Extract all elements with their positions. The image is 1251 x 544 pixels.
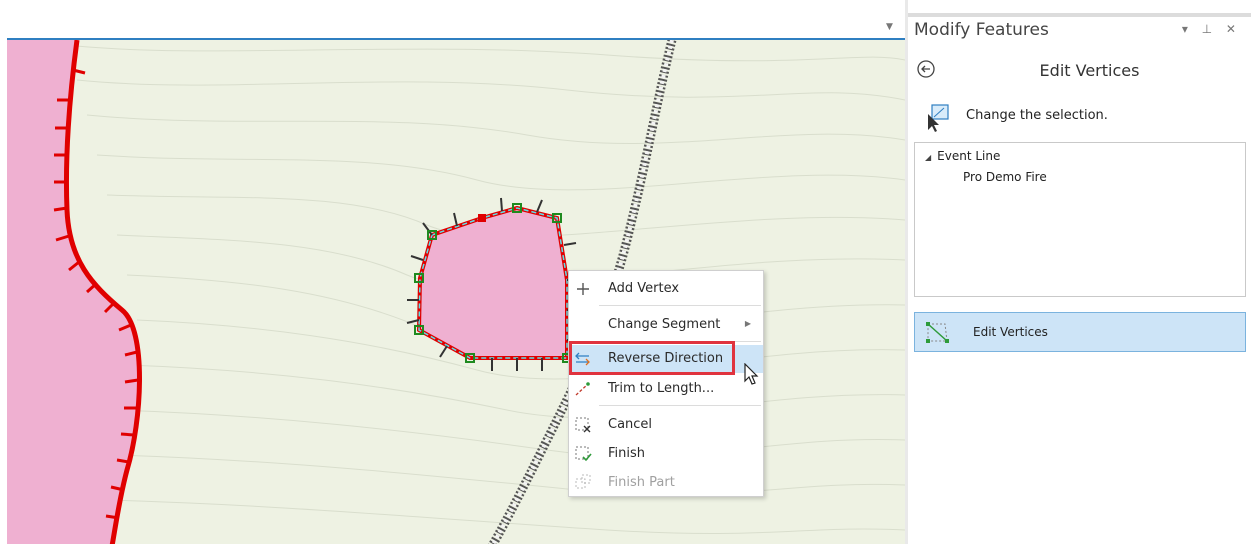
cancel-icon (575, 417, 591, 433)
edit-vertices-label: Edit Vertices (973, 325, 1048, 339)
edit-vertices-button[interactable]: Edit Vertices (914, 312, 1246, 352)
edit-vertices-icon (926, 322, 949, 343)
menu-item-label: Cancel (608, 417, 653, 432)
menu-separator (599, 305, 761, 306)
menu-item-label: Change Segment (608, 317, 721, 332)
change-selection-link[interactable]: Change the selection. (966, 108, 1108, 123)
selection-tree: ◢ Event Line Pro Demo Fire (914, 142, 1246, 297)
finish-part-icon (575, 474, 591, 489)
map-canvas[interactable] (7, 40, 905, 544)
menu-item-change-segment[interactable]: Change Segment ▶ (569, 311, 763, 339)
map-view-header: ▼ (0, 0, 905, 38)
fire-perimeter-area (7, 40, 140, 544)
submenu-arrow-icon: ▶ (744, 319, 751, 328)
menu-item-label: Finish Part (608, 475, 675, 490)
tree-layer-row[interactable]: ◢ Event Line (925, 149, 1000, 163)
map-view[interactable] (7, 38, 905, 544)
change-selection-icon[interactable] (922, 102, 952, 132)
menu-item-label: Trim to Length... (608, 381, 715, 396)
tree-feature-row[interactable]: Pro Demo Fire (963, 170, 1047, 184)
pane-title: Modify Features (914, 20, 1049, 40)
selected-fire-polygon[interactable] (406, 197, 579, 371)
active-vertex (478, 214, 486, 222)
menu-item-label: Add Vertex (608, 281, 680, 296)
context-menu: Add Vertex Change Segment ▶ Reverse Dire… (568, 270, 764, 497)
menu-item-cancel[interactable]: Cancel (569, 411, 763, 439)
menu-item-add-vertex[interactable]: Add Vertex (569, 275, 763, 303)
trim-icon (575, 382, 590, 396)
menu-separator (599, 405, 761, 406)
pane-header-bar (908, 13, 1251, 17)
menu-item-finish[interactable]: Finish (569, 440, 763, 468)
finish-icon (575, 446, 592, 462)
mouse-pointer-icon (744, 363, 759, 385)
highlight-callout-box (569, 341, 735, 375)
pane-controls[interactable]: ▾ ⊥ ✕ (1182, 22, 1241, 36)
tool-title: Edit Vertices (1039, 61, 1140, 80)
modify-features-pane: Modify Features ▾ ⊥ ✕ Edit Vertices Chan… (908, 0, 1251, 544)
plus-icon (577, 283, 589, 295)
menu-item-finish-part[interactable]: Finish Part (569, 469, 763, 497)
menu-item-trim-to-length[interactable]: Trim to Length... (569, 375, 763, 403)
menu-item-label: Finish (608, 446, 646, 461)
collapse-triangle-icon[interactable]: ◢ (925, 153, 931, 162)
view-dropdown-icon[interactable]: ▼ (886, 22, 893, 32)
tree-layer-label: Event Line (937, 149, 1001, 163)
